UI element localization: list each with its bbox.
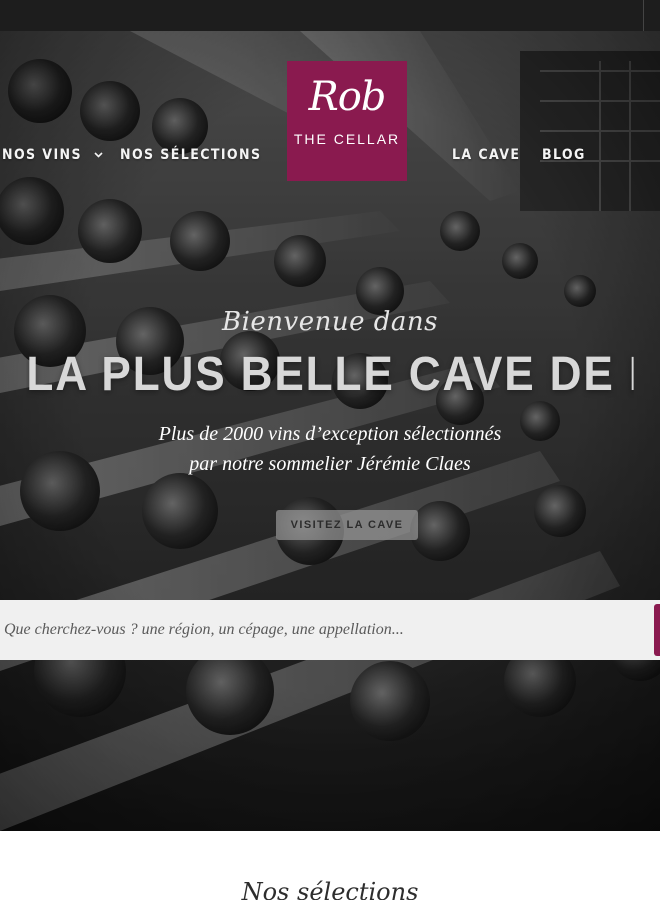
nav-item-label: NOS SÉLECTIONS [120,147,262,163]
nav-item-blog[interactable]: BLOG [542,147,586,163]
hero-title: LA PLUS BELLE CAVE DE BELGIQUE [26,348,633,401]
hero-subtitle-line-2: par notre sommelier Jérémie Claes [189,453,471,475]
top-bar-divider [643,0,644,31]
section-heading: Nos sélections [241,878,419,900]
nav-item-la-cave[interactable]: LA CAVE [452,147,520,163]
logo-script-text: Rob [308,74,387,120]
hero-pre-title: Bienvenue dans [221,307,438,337]
site-logo[interactable]: Rob THE CELLAR [287,61,407,181]
nav-item-label: LA CAVE [452,147,521,163]
nav-item-label: NOS VINS [2,147,82,163]
search-bar [0,600,660,660]
chevron-down-icon [94,152,103,158]
nav-item-label: BLOG [542,147,586,163]
top-bar [0,0,660,31]
visit-cellar-button[interactable]: VISITEZ LA CAVE [276,510,418,540]
search-input[interactable] [4,600,644,660]
hero-subtitle-line-1: Plus de 2000 vins d’exception sélectionn… [158,423,502,445]
search-submit-button[interactable] [654,604,660,656]
nav-item-nos-selections[interactable]: NOS SÉLECTIONS [120,147,261,163]
logo-subtitle: THE CELLAR [293,131,401,147]
nav-item-nos-vins[interactable]: NOS VINS [2,147,103,163]
